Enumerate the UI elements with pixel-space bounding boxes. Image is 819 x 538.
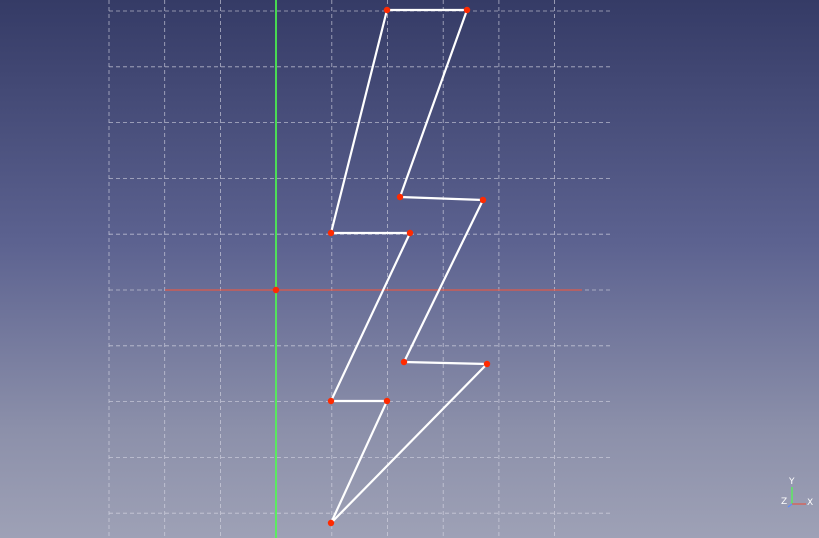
lightning-bolt-profile[interactable] [329,8,489,525]
sketch-vertex[interactable] [483,360,491,368]
sketch-edge[interactable] [329,231,412,403]
sketch-vertex[interactable] [327,397,335,405]
sketch-edge[interactable] [329,399,389,525]
sketch-vertex[interactable] [406,229,414,237]
axis-x-label: X [807,498,814,508]
sketch-vertex[interactable] [400,358,408,366]
sketch-vertex[interactable] [383,6,391,14]
sketch-vertices[interactable] [327,6,491,527]
sketch-vertex[interactable] [327,519,335,527]
sketch-edge[interactable] [329,362,489,525]
sketch-vertex[interactable] [383,397,391,405]
sketch-grid [108,0,610,538]
axis-cross-indicator: Y Z X [779,477,814,514]
axis-y-label: Y [789,477,795,487]
3d-viewport[interactable]: Y Z X [0,0,819,538]
axis-z-label: Z [781,497,788,507]
sketch-vertex[interactable] [396,193,404,201]
sketch-vertex[interactable] [327,229,335,237]
sketch-canvas[interactable] [0,0,819,538]
sketch-edge[interactable] [329,8,389,235]
sketch-edge[interactable] [398,195,485,202]
sketch-vertex[interactable] [479,196,487,204]
sketch-edge[interactable] [402,360,489,366]
sketch-edge[interactable] [398,8,469,199]
sketch-vertex[interactable] [463,6,471,14]
sketch-origin-point[interactable] [272,286,280,294]
